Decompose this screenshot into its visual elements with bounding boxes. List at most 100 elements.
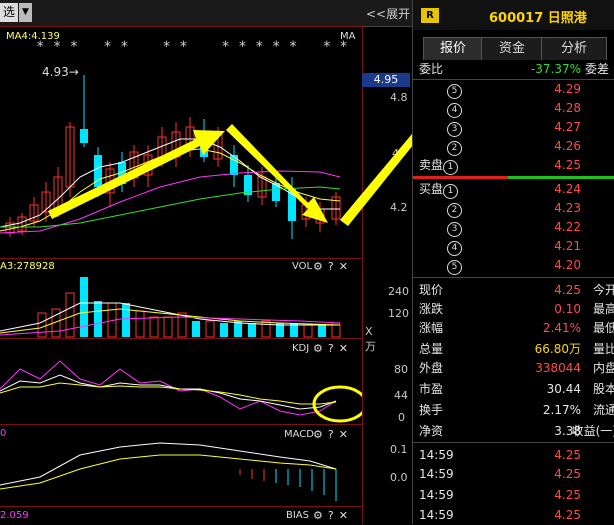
volume-bar [220,323,228,337]
bias-panel[interactable]: 2.059 BIAS ⚙?✕ [0,506,362,525]
stat-value: 2.17% [542,403,581,417]
bid-level-4[interactable]: 4 4.21 [413,237,614,256]
divider [413,442,614,443]
volume-bar [163,316,173,338]
tab-funds[interactable]: 资金 [481,37,543,60]
quote-panel: R 600017 日照港 报价 资金 分析 委比 -37.37% 委差 5 4.… [412,0,614,524]
stat-label: 市盈 [419,382,444,396]
chevron-down-icon[interactable]: ▼ [19,3,32,22]
tick-price: 4.25 [554,467,581,481]
volume-panel[interactable]: A3:278928 VOL ⚙?✕ 240 120 X万 [0,258,409,353]
volume-bar [135,310,145,338]
level-number: 2 [447,203,462,218]
tick-row: 14:59 4.25 [413,506,614,524]
bid-price: 4.22 [554,220,581,234]
stat-label: 内盘 [592,361,614,375]
volume-bar [122,303,130,337]
kdj-tick: 0 [398,411,405,424]
volume-bar [261,320,271,338]
stat-value: 66.80万 [534,342,581,356]
volume-unit: X万 [365,325,376,353]
bid-level-2[interactable]: 2 4.23 [413,199,614,218]
stock-select-box[interactable]: 选 [0,3,18,22]
ask-price: 4.29 [554,82,581,96]
volume-bar [192,321,200,337]
kdj-panel[interactable]: KDJ ⚙?✕ 80 44 0 [0,338,408,425]
bid-level-3[interactable]: 3 4.22 [413,218,614,237]
kdj-tick: 80 [394,363,408,376]
buy-bar [508,176,614,179]
ask-price: 4.25 [554,158,581,172]
tick-price: 4.25 [554,448,581,462]
level-number: 3 [447,222,462,237]
volume-ma-magenta [0,316,341,336]
ask-level-4[interactable]: 4 4.28 [413,99,614,118]
ask-level-5[interactable]: 5 4.29 [413,80,614,99]
tick-time: 14:59 [419,508,454,522]
bias-left-label: 2.059 [0,510,29,521]
stat-value: 30.44 [546,382,581,396]
volume-bar [94,301,102,337]
help-icon[interactable]: ? [328,509,339,522]
stat-label: 最高 [592,302,614,316]
chart-toolbar: 选 ▼ <<展开 [0,0,412,27]
uptrend-arrow [48,130,225,219]
gear-icon[interactable]: ⚙ [313,509,328,522]
tick-time: 14:59 [419,467,454,481]
ask-price: 4.28 [554,101,581,115]
ask-level-2[interactable]: 2 4.26 [413,137,614,156]
stat-label: 最低 [592,321,614,335]
stat-row: 市盈 30.44 股本 [413,380,614,398]
weicha-label: 委差 [584,62,609,76]
ask-level-1[interactable]: 卖盘 1 4.25 [413,156,614,175]
sell-bar [413,176,508,179]
tick-row: 14:59 4.25 [413,446,614,464]
volume-bar [149,316,159,338]
expand-button[interactable]: <<展开 [366,5,410,22]
bid-level-1[interactable]: 买盘 1 4.24 [413,180,614,199]
volume-tick: 120 [388,307,409,320]
close-icon[interactable]: ✕ [339,260,353,273]
stat-label: 现价 [419,283,444,297]
tick-time: 14:59 [419,448,454,462]
volume-bar [205,320,215,338]
bid-price: 4.23 [554,201,581,215]
stat-row: 换手 2.17% 流通 [413,401,614,419]
stat-value: 338044 [535,361,581,375]
volume-bar [37,312,47,338]
ask-level-3[interactable]: 3 4.27 [413,118,614,137]
stat-label: 收益(一) [571,424,614,438]
ask-price: 4.27 [554,120,581,134]
macd-tick: 0.1 [390,443,408,456]
stat-label: 净资 [419,424,444,438]
stat-row: 涨幅 2.41% 最低 [413,319,614,337]
stat-row: 现价 4.25 今开 [413,281,614,299]
help-icon[interactable]: ? [328,260,339,273]
close-icon[interactable]: ✕ [339,509,353,522]
ask-price: 4.26 [554,139,581,153]
volume-chart [0,277,341,338]
level-number: 2 [447,141,462,156]
tab-quote[interactable]: 报价 [423,37,483,60]
panel-controls[interactable]: ⚙?✕ [313,260,353,273]
macd-panel[interactable]: 0 MACD ⚙?✕ 0.1 0.0 [0,424,408,507]
panel-controls[interactable]: ⚙?✕ [313,509,353,522]
level-number: 3 [447,122,462,137]
level-number: 4 [447,103,462,118]
volume-bar [318,325,326,337]
stat-value: 4.25 [554,283,581,297]
tab-analysis[interactable]: 分析 [541,37,607,60]
stat-label: 外盘 [419,361,444,375]
bid-level-5[interactable]: 5 4.20 [413,256,614,275]
volume-bar [303,324,313,338]
divider [413,277,614,278]
gear-icon[interactable]: ⚙ [313,260,328,273]
stat-value: 0.10 [554,302,581,316]
kdj-k-line [0,374,337,410]
macd-dea-line [0,454,337,490]
stat-label: 总量 [419,342,444,356]
tick-price: 4.25 [554,508,581,522]
volume-bars [37,277,341,338]
volume-bar [248,323,256,337]
kdj-chart [0,360,362,423]
